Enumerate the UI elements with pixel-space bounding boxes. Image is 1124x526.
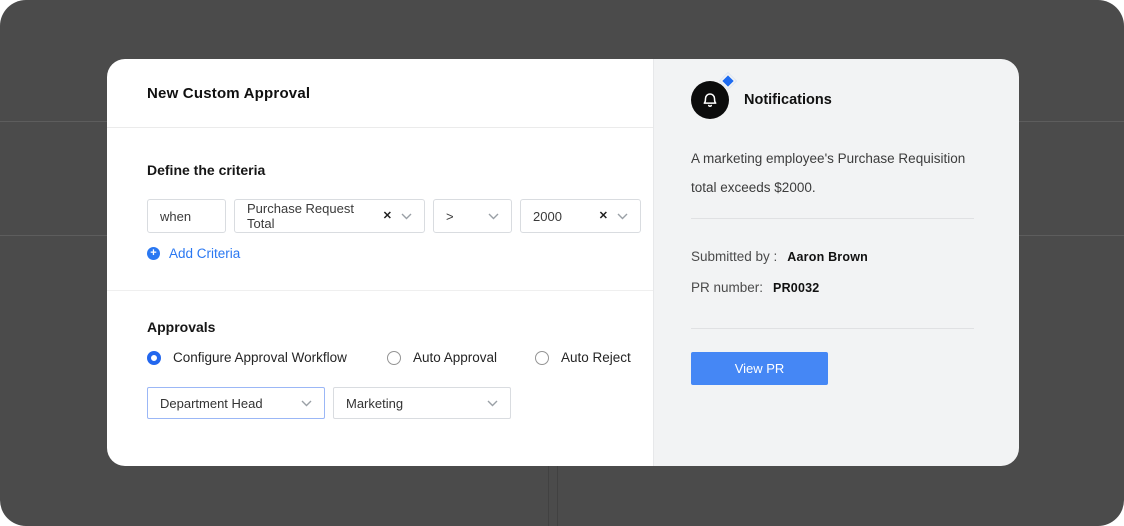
chevron-down-icon bbox=[617, 213, 628, 220]
modal-title: New Custom Approval bbox=[147, 85, 310, 102]
chevron-down-icon bbox=[401, 213, 412, 220]
when-field-label: when bbox=[160, 209, 191, 224]
notifications-panel: Notifications A marketing employee's Pur… bbox=[653, 59, 1019, 466]
notifications-title: Notifications bbox=[744, 92, 832, 108]
bell-icon bbox=[691, 81, 729, 119]
modal-header: New Custom Approval bbox=[107, 59, 653, 128]
criteria-value: 2000 bbox=[533, 209, 562, 224]
submitted-by-row: Submitted by : Aaron Brown bbox=[691, 249, 868, 264]
when-field[interactable]: when bbox=[147, 199, 226, 233]
notifications-header: Notifications bbox=[691, 81, 832, 119]
approval-form-panel: New Custom Approval Define the criteria … bbox=[107, 59, 653, 466]
radio-label: Configure Approval Workflow bbox=[173, 350, 347, 365]
criteria-section-heading: Define the criteria bbox=[147, 162, 265, 178]
pr-number-label: PR number: bbox=[691, 280, 763, 295]
plus-circle-icon: + bbox=[147, 247, 160, 260]
add-criteria-button[interactable]: + Add Criteria bbox=[147, 246, 240, 261]
radio-unselected-icon bbox=[387, 351, 401, 365]
department-dropdown[interactable]: Marketing bbox=[333, 387, 511, 419]
criteria-row: when Purchase Request Total ✕ > 2000 ✕ bbox=[147, 199, 641, 233]
approval-type-radio-group: Configure Approval Workflow Auto Approva… bbox=[147, 350, 627, 366]
add-criteria-label: Add Criteria bbox=[169, 246, 240, 261]
chevron-down-icon bbox=[301, 400, 312, 407]
clear-value-icon[interactable]: ✕ bbox=[599, 211, 608, 222]
chevron-down-icon bbox=[488, 213, 499, 220]
radio-auto-approval[interactable]: Auto Approval bbox=[387, 350, 497, 365]
page-background: New Custom Approval Define the criteria … bbox=[0, 0, 1124, 526]
criteria-value-dropdown[interactable]: 2000 ✕ bbox=[520, 199, 641, 233]
submitted-by-value: Aaron Brown bbox=[787, 250, 868, 264]
pr-number-value: PR0032 bbox=[773, 281, 819, 295]
panel-divider bbox=[691, 218, 974, 219]
clear-field-icon[interactable]: ✕ bbox=[383, 211, 392, 222]
radio-selected-icon bbox=[147, 351, 161, 365]
criteria-operator-value: > bbox=[446, 209, 454, 224]
radio-label: Auto Approval bbox=[413, 350, 497, 365]
radio-unselected-icon bbox=[535, 351, 549, 365]
pr-number-row: PR number: PR0032 bbox=[691, 280, 819, 295]
notification-bell-badge bbox=[691, 81, 729, 119]
department-dropdown-value: Marketing bbox=[346, 396, 403, 411]
submitted-by-label: Submitted by : bbox=[691, 249, 777, 264]
radio-auto-reject[interactable]: Auto Reject bbox=[535, 350, 631, 365]
chevron-down-icon bbox=[487, 400, 498, 407]
radio-label: Auto Reject bbox=[561, 350, 631, 365]
panel-divider bbox=[691, 328, 974, 329]
approver-dropdown[interactable]: Department Head bbox=[147, 387, 325, 419]
approvals-section-heading: Approvals bbox=[147, 319, 215, 335]
view-pr-button[interactable]: View PR bbox=[691, 352, 828, 385]
section-divider bbox=[107, 290, 653, 291]
notification-message: A marketing employee's Purchase Requisit… bbox=[691, 144, 983, 202]
radio-configure-approval-workflow[interactable]: Configure Approval Workflow bbox=[147, 350, 347, 365]
approver-dropdown-row: Department Head Marketing bbox=[147, 387, 511, 419]
criteria-field-value: Purchase Request Total bbox=[247, 201, 383, 231]
new-custom-approval-modal: New Custom Approval Define the criteria … bbox=[107, 59, 1019, 466]
criteria-field-dropdown[interactable]: Purchase Request Total ✕ bbox=[234, 199, 425, 233]
criteria-operator-dropdown[interactable]: > bbox=[433, 199, 512, 233]
approver-dropdown-value: Department Head bbox=[160, 396, 263, 411]
